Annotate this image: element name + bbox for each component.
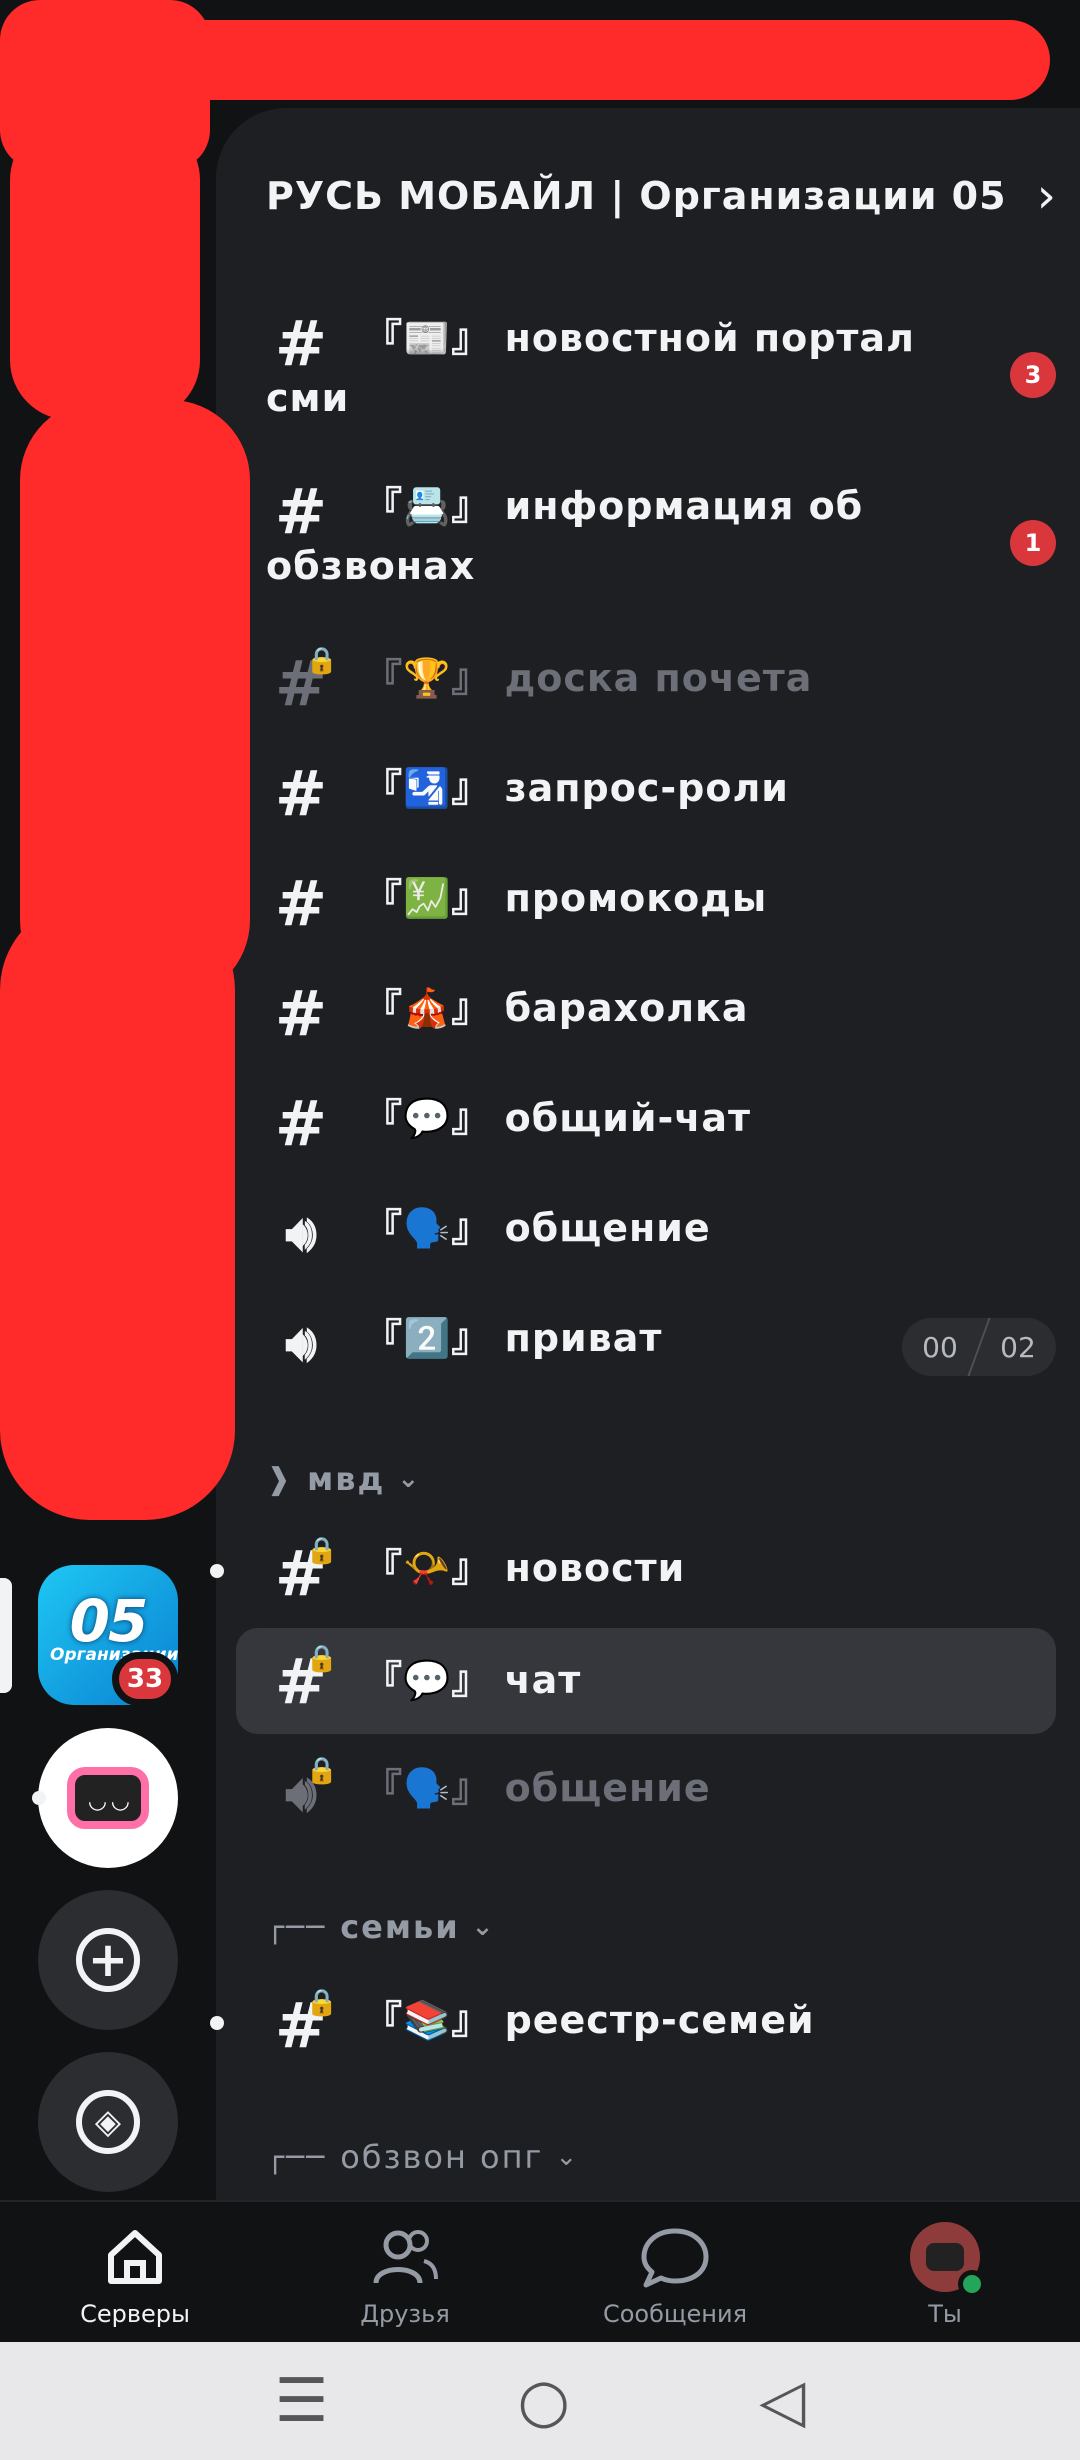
channel-mvd-news[interactable]: # 🔒 『📯』 новости: [210, 1536, 1056, 1618]
unread-dot: [210, 1564, 224, 1578]
bottom-nav: Серверы Друзья Сообщения Ты: [0, 2200, 1080, 2342]
speaker-icon: 🔊︎ 🔒: [285, 1756, 338, 1822]
hash-icon: # 🔒: [275, 1644, 338, 1718]
system-nav-bar: ☰ ○ ◁: [0, 2342, 1080, 2460]
channel-name: 『2️⃣』 приват: [364, 1316, 663, 1360]
hash-icon: #: [275, 866, 327, 940]
hash-icon: #: [275, 756, 327, 830]
hash-icon: # 🔒: [275, 646, 338, 720]
hash-icon: #: [275, 976, 327, 1050]
hash-icon: #: [275, 474, 327, 548]
compass-icon: ◈: [76, 2090, 140, 2154]
unread-dot: [210, 2016, 224, 2030]
channel-name: 『🛂』 запрос-роли: [364, 766, 789, 810]
channel-name: 『📯』 новости: [364, 1546, 686, 1590]
channel-mvd-chat[interactable]: # 🔒 『💬』 чат: [236, 1628, 1056, 1734]
category-name: мвд: [307, 1460, 386, 1498]
voice-channel-mvd-chatting[interactable]: 🔊︎ 🔒 『🗣️』 общение: [236, 1756, 1056, 1838]
server-header[interactable]: РУСЬ МОБАЙЛ | Организации 05 ›: [266, 156, 1056, 236]
lock-icon: 🔒: [305, 1988, 338, 2018]
category-prefix: ┌──: [266, 1909, 327, 1945]
hash-icon: #: [275, 306, 327, 380]
chevron-down-icon: ⌄: [471, 1912, 496, 1942]
category-name: семьи: [340, 1908, 460, 1946]
hash-icon: # 🔒: [275, 1536, 338, 1610]
voice-channel-private[interactable]: 🔊︎ 『2️⃣』 приват 00 02: [210, 1308, 1056, 1388]
lock-icon: 🔒: [305, 1644, 338, 1674]
discord-app: 05 Организации 33 ◡◡ + ◈ РУСЬ МОБАЙЛ | О…: [0, 0, 1080, 2460]
voice-user-limit: 00 02: [902, 1318, 1056, 1376]
category-families[interactable]: ┌── семьи ⌄: [266, 1908, 495, 1946]
channel-news-portal[interactable]: # 『📰』 новостной портал сми 3: [236, 306, 1056, 438]
user-avatar: [910, 2222, 986, 2298]
server-mention-badge: 33: [112, 1652, 178, 1706]
channel-name: 『💬』 чат: [364, 1658, 582, 1702]
unread-badge: 1: [1010, 520, 1056, 566]
plus-icon: +: [76, 1928, 140, 1992]
channel-name: 『🎪』 барахолка: [364, 986, 749, 1030]
hash-icon: #: [275, 1086, 327, 1160]
channel-name: 『📚』 реестр-семей: [364, 1998, 815, 2042]
channel-promocodes[interactable]: # 『💹』 промокоды: [236, 866, 1056, 948]
nav-friends[interactable]: Друзья: [270, 2202, 540, 2342]
friends-icon: [370, 2222, 440, 2292]
channel-calls-info[interactable]: # 『📇』 информация об обзвонах 1: [236, 474, 1056, 606]
voice-channel-chatting[interactable]: 🔊︎ 『🗣️』 общение: [210, 1198, 1056, 1278]
recent-apps-icon[interactable]: ☰: [275, 2371, 329, 2431]
unread-dot: [32, 1791, 46, 1805]
nav-messages[interactable]: Сообщения: [540, 2202, 810, 2342]
channel-name: 『💹』 промокоды: [364, 876, 768, 920]
channel-name: 『🏆』 доска почета: [364, 656, 813, 700]
nav-label: Ты: [928, 2300, 962, 2328]
category-mvd[interactable]: ❱ мвд ⌄: [266, 1460, 421, 1498]
back-icon[interactable]: ◁: [759, 2371, 805, 2431]
channel-name: 『🗣️』 общение: [364, 1206, 711, 1250]
chevron-down-icon: ⌄: [397, 1464, 422, 1494]
nav-servers[interactable]: Серверы: [0, 2202, 270, 2342]
chevron-down-icon: ⌄: [555, 2142, 580, 2172]
channel-honor-board[interactable]: # 🔒 『🏆』 доска почета: [236, 646, 1056, 728]
channel-name: 『🗣️』 общение: [364, 1766, 711, 1810]
chevron-right-icon: ›: [1036, 168, 1056, 224]
add-server-button[interactable]: +: [38, 1890, 178, 2030]
bot-avatar-icon: ◡◡: [67, 1767, 149, 1829]
lock-icon: 🔒: [305, 646, 338, 676]
lock-icon: 🔒: [305, 1536, 338, 1566]
channel-role-request[interactable]: # 『🛂』 запрос-роли: [236, 756, 1056, 838]
channel-panel: РУСЬ МОБАЙЛ | Организации 05 › # 『📰』 нов…: [210, 108, 1080, 2200]
category-name: обзвон опг: [340, 2138, 544, 2176]
channel-general-chat[interactable]: # 『💬』 общий-чат: [210, 1086, 1056, 1168]
channel-family-registry[interactable]: # 🔒 『📚』 реестр-семей: [210, 1988, 1056, 2070]
nav-you[interactable]: Ты: [810, 2202, 1080, 2342]
nav-label: Друзья: [360, 2300, 450, 2328]
speaker-icon: 🔊︎: [285, 1313, 317, 1372]
category-prefix: ┌──: [266, 2139, 327, 2175]
category-marker-icon: ❱: [266, 1461, 294, 1497]
home-button-icon[interactable]: ○: [518, 2371, 570, 2431]
hash-icon: # 🔒: [275, 1988, 338, 2062]
channel-name: 『📰』 новостной портал сми: [266, 316, 915, 420]
selected-server-indicator: [0, 1578, 12, 1693]
server-icon-bot[interactable]: ◡◡: [32, 1728, 178, 1868]
channel-flea-market[interactable]: # 『🎪』 барахолка: [236, 976, 1056, 1058]
home-icon: [100, 2222, 170, 2292]
unread-badge: 3: [1010, 352, 1056, 398]
chat-bubble-icon: [640, 2222, 710, 2292]
lock-icon: 🔒: [305, 1756, 338, 1786]
channel-name: 『💬』 общий-чат: [364, 1096, 751, 1140]
category-calls[interactable]: ┌── обзвон опг ⌄: [266, 2138, 579, 2176]
channel-name: 『📇』 информация об обзвонах: [266, 484, 864, 588]
explore-servers-button[interactable]: ◈: [38, 2052, 178, 2192]
nav-label: Серверы: [80, 2300, 190, 2328]
server-name: РУСЬ МОБАЙЛ | Организации 05: [266, 174, 1007, 218]
speaker-icon: 🔊︎: [285, 1203, 317, 1262]
nav-label: Сообщения: [602, 2300, 748, 2328]
online-status-icon: [958, 2270, 986, 2298]
